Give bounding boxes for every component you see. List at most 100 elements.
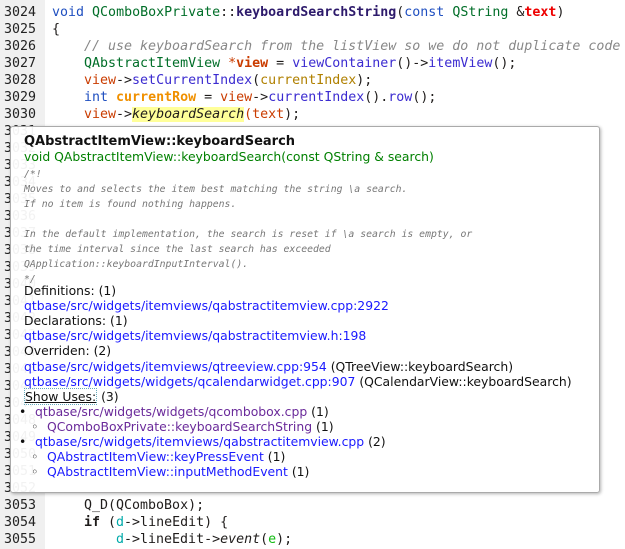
line-number: 3029: [4, 90, 37, 105]
line-number: 3027: [4, 56, 37, 71]
op: (: [260, 532, 269, 547]
circle-bullet-icon: ◦: [31, 419, 39, 434]
doc-comment-line: If no item is found nothing happens.: [24, 199, 237, 210]
code-line-3025[interactable]: {: [52, 21, 60, 38]
paren: ): [556, 5, 565, 20]
op: ->lineEdit->: [124, 532, 221, 547]
code-line-3027[interactable]: QAbstractItemView *view = viewContainer(…: [84, 55, 516, 72]
use-item-link[interactable]: QAbstractItemView::keyPressEvent: [47, 449, 264, 464]
call: setCurrentIndex: [132, 73, 253, 88]
keyword: if: [84, 515, 101, 530]
code-line-3028[interactable]: view->setCurrentIndex(currentIndex);: [84, 72, 372, 89]
code-line-3030[interactable]: view->keyboardSearch(text);: [84, 106, 300, 123]
code-line-3054[interactable]: if (d->lineEdit) {: [84, 514, 228, 531]
op: ->: [252, 90, 269, 105]
definition-link[interactable]: qtbase/src/widgets/itemviews/qabstractit…: [24, 298, 389, 313]
declarations-label: Declarations: (1): [24, 313, 128, 328]
hovered-symbol[interactable]: keyboardSearch: [132, 107, 245, 122]
circle-bullet-icon: ◦: [31, 449, 39, 464]
line-number: 3030: [4, 107, 37, 122]
op: =: [268, 56, 293, 71]
var: view: [220, 90, 253, 105]
var: view: [236, 56, 269, 71]
var: e: [268, 532, 277, 547]
scope-op: ::: [220, 5, 237, 20]
op: (: [100, 515, 117, 530]
macro: Q_D(QComboBox);: [84, 498, 205, 513]
var: d: [116, 532, 125, 547]
call: currentIndex: [268, 90, 365, 105]
type: QString: [452, 5, 509, 20]
code-line-3026[interactable]: // use keyboardSearch from the listView …: [84, 38, 620, 55]
var: text: [252, 107, 285, 122]
op: =: [196, 90, 221, 105]
member: currentIndex: [260, 73, 357, 88]
op: *: [228, 56, 237, 71]
line-number: 3025: [4, 22, 37, 37]
line-number: 3024: [4, 5, 37, 20]
doc-comment-line: In the default implementation, the searc…: [24, 229, 473, 240]
circle-bullet-icon: ◦: [31, 464, 39, 479]
op: ().: [364, 90, 389, 105]
override-link[interactable]: qtbase/src/widgets/widgets/qcalendarwidg…: [24, 374, 355, 389]
override-link[interactable]: qtbase/src/widgets/itemviews/qtreeview.c…: [24, 359, 327, 374]
doc-comment-line: the time interval since the last search …: [24, 244, 331, 255]
var: view: [84, 107, 117, 122]
op: ->: [116, 73, 133, 88]
tooltip-signature: void QAbstractItemView::keyboardSearch(c…: [24, 149, 434, 164]
code-line-3055[interactable]: d->lineEdit->event(e);: [116, 531, 292, 548]
doc-comment-line: QApplication::keyboardInputInterval().: [24, 259, 249, 270]
call: itemView: [428, 56, 493, 71]
use-count: (1): [307, 404, 329, 419]
keyword: const: [404, 5, 445, 20]
code-line-3053[interactable]: Q_D(QComboBox);: [84, 497, 204, 514]
use-count: (1): [263, 449, 286, 464]
use-count: (2): [364, 434, 386, 449]
symbol-info-tooltip: QAbstractItemView::keyboardSearch void Q…: [10, 126, 600, 493]
bullet-icon: •: [19, 434, 27, 449]
call: row: [388, 90, 413, 105]
definitions-label: Definitions: (1): [24, 283, 117, 298]
use-file-link[interactable]: qtbase/src/widgets/widgets/qcombobox.cpp: [35, 404, 307, 419]
line-number: 3054: [4, 515, 37, 530]
var: currentRow: [116, 90, 197, 105]
call: viewContainer: [292, 56, 397, 71]
var: d: [116, 515, 125, 530]
declaration-link[interactable]: qtbase/src/widgets/itemviews/qabstractit…: [24, 328, 366, 343]
op: ();: [412, 90, 437, 105]
op: ->lineEdit) {: [124, 515, 229, 530]
use-file-link[interactable]: qtbase/src/widgets/itemviews/qabstractit…: [35, 434, 364, 449]
use-item-link[interactable]: QAbstractItemView::inputMethodEvent: [47, 464, 288, 479]
use-count: (1): [312, 419, 334, 434]
op: ();: [492, 56, 517, 71]
function-name[interactable]: keyboardSearchString: [236, 5, 396, 20]
param: text: [524, 5, 557, 20]
line-number: 3055: [4, 532, 37, 547]
op: (: [252, 73, 261, 88]
use-count: (1): [287, 464, 310, 479]
op: );: [356, 73, 373, 88]
uses-count: (3): [97, 389, 119, 404]
show-uses-toggle[interactable]: Show Uses:: [24, 388, 98, 405]
line-number: 3028: [4, 73, 37, 88]
class-name: QComboBoxPrivate: [92, 5, 221, 20]
keyword: int: [84, 90, 109, 105]
op: );: [284, 107, 301, 122]
op: );: [276, 532, 293, 547]
tooltip-title: QAbstractItemView::keyboardSearch: [24, 134, 296, 149]
doc-comment-line: Moves to and selects the item best match…: [24, 184, 408, 195]
op: ->: [116, 107, 133, 122]
line-number: 3053: [4, 498, 37, 513]
bullet-icon: •: [19, 404, 27, 419]
op: ()->: [396, 56, 429, 71]
code-line-3024[interactable]: void QComboBoxPrivate::keyboardSearchStr…: [52, 4, 564, 21]
call: event: [220, 532, 261, 547]
var: view: [84, 73, 117, 88]
override-note: (QCalendarView::keyboardSearch): [355, 374, 572, 389]
overriden-label: Overriden: (2): [24, 343, 112, 358]
line-number: 3026: [4, 39, 37, 54]
use-item-link[interactable]: QComboBoxPrivate::keyboardSearchString: [47, 419, 312, 434]
override-note: (QTreeView::keyboardSearch): [326, 359, 514, 374]
keyword: void: [52, 5, 85, 20]
code-line-3029[interactable]: int currentRow = view->currentIndex().ro…: [84, 89, 436, 106]
